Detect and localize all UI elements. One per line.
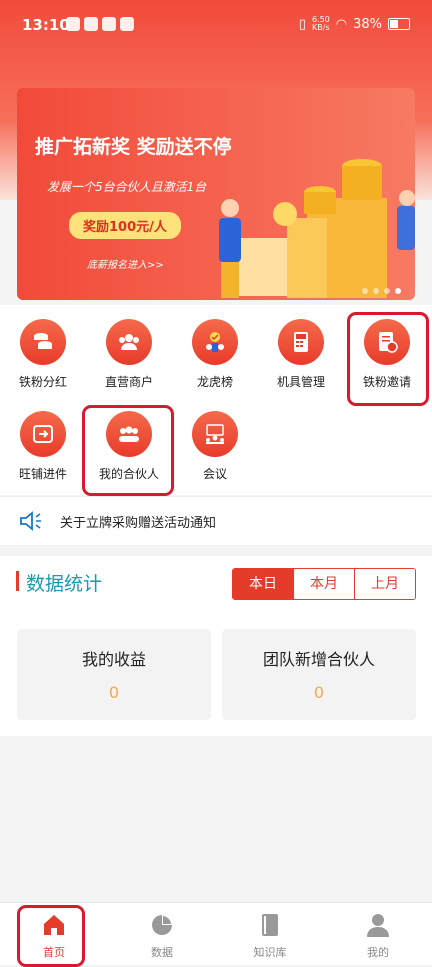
- user-icon: [367, 914, 389, 937]
- pos-terminal-icon: [278, 319, 324, 365]
- carousel-dots: [362, 288, 401, 294]
- stats-title: 数据统计: [26, 573, 103, 595]
- battery-icon: [388, 18, 410, 30]
- ranking-icon: [192, 319, 238, 365]
- app-notification-icon: [66, 17, 80, 31]
- pie-chart-icon: [152, 915, 172, 935]
- menu-label: 会议: [202, 467, 227, 481]
- card-label: 团队新增合伙人: [262, 650, 375, 669]
- speaker-icon: [20, 511, 41, 531]
- nav-knowledge-base[interactable]: 知识库: [216, 903, 324, 965]
- highlight-box-partners: [82, 405, 174, 496]
- menu-label: 铁粉分红: [18, 375, 67, 389]
- menu-item-device-management[interactable]: 机具管理: [258, 319, 344, 390]
- nav-label: 知识库: [253, 946, 287, 959]
- people-icon: [106, 319, 152, 365]
- banner-footer[interactable]: 底薪报名进入>>: [87, 256, 164, 271]
- banner-subtitle: 发展一个5台合伙人且激活1台: [47, 180, 207, 194]
- menu-item-meeting[interactable]: 会议: [172, 411, 258, 482]
- tab-this-month[interactable]: 本月: [293, 569, 354, 599]
- menu-item-leaderboard[interactable]: 龙虎榜: [172, 319, 258, 390]
- data-statistics-section: 数据统计 本日 本月 上月 我的收益 0 团队新增合伙人 0: [0, 556, 432, 736]
- my-earnings-card[interactable]: 我的收益 0: [17, 629, 211, 720]
- menu-item-shop-onboarding[interactable]: 旺铺进件: [0, 411, 86, 482]
- net-speed: 6.50 KB/s: [311, 15, 330, 32]
- menu-label: 旺铺进件: [18, 467, 67, 481]
- team-new-partners-card[interactable]: 团队新增合伙人 0: [222, 629, 416, 720]
- vibrate-icon: ▯: [298, 16, 306, 32]
- battery-text: 38%: [353, 16, 382, 32]
- feature-menu: 铁粉分红 直营商户 龙虎榜 机具管理 铁粉邀请 旺铺进件 我的合伙人 会议: [0, 305, 432, 496]
- menu-label: 机具管理: [276, 375, 325, 389]
- carousel-dot[interactable]: [384, 288, 390, 294]
- meeting-icon: [192, 411, 238, 457]
- promo-banner[interactable]: 推广拓新奖 奖励送不停 发展一个5台合伙人且激活1台 奖励100元/人 底薪报名…: [17, 88, 415, 300]
- banner-title: 推广拓新奖 奖励送不停: [35, 136, 232, 158]
- nav-mine[interactable]: 我的: [324, 903, 432, 965]
- menu-label: 直营商户: [104, 375, 153, 389]
- status-bar: 13:10 ▯ 6.50 KB/s ◠ 38%: [0, 0, 432, 52]
- menu-item-direct-merchants[interactable]: 直营商户: [86, 319, 172, 390]
- highlight-box-home: [17, 905, 85, 967]
- status-right: ▯ 6.50 KB/s ◠ 38%: [299, 16, 410, 32]
- bottom-nav: 首页 数据 知识库 我的: [0, 902, 432, 967]
- status-time: 13:10: [22, 16, 70, 34]
- app-notification-icon: [102, 17, 116, 31]
- notice-text: 关于立牌采购赠送活动通知: [60, 516, 217, 531]
- nav-data[interactable]: 数据: [108, 903, 216, 965]
- app-notification-icon: [120, 17, 134, 31]
- section-marker: [16, 571, 19, 591]
- tab-today[interactable]: 本日: [233, 569, 293, 599]
- card-label: 我的收益: [81, 650, 146, 669]
- app-notification-icon: [84, 17, 98, 31]
- notice-bar[interactable]: 关于立牌采购赠送活动通知: [0, 496, 432, 545]
- book-icon: [262, 914, 278, 936]
- banner-reward: 奖励100元/人: [69, 212, 181, 239]
- tab-last-month[interactable]: 上月: [354, 569, 415, 599]
- scan-icon: [20, 411, 66, 457]
- carousel-dot[interactable]: [373, 288, 379, 294]
- wifi-icon: ◠: [335, 16, 348, 32]
- coins-icon: [20, 319, 66, 365]
- carousel-dot-active[interactable]: [395, 288, 401, 294]
- nav-label: 我的: [367, 946, 389, 959]
- menu-item-fan-dividend[interactable]: 铁粉分红: [0, 319, 86, 390]
- card-value: 0: [313, 683, 325, 702]
- carousel-dot[interactable]: [362, 288, 368, 294]
- notification-icons: [66, 17, 134, 31]
- period-tabs: 本日 本月 上月: [232, 568, 416, 600]
- menu-label: 龙虎榜: [196, 375, 233, 389]
- nav-label: 数据: [151, 946, 173, 959]
- card-value: 0: [108, 683, 120, 702]
- highlight-box-invite: [347, 312, 429, 406]
